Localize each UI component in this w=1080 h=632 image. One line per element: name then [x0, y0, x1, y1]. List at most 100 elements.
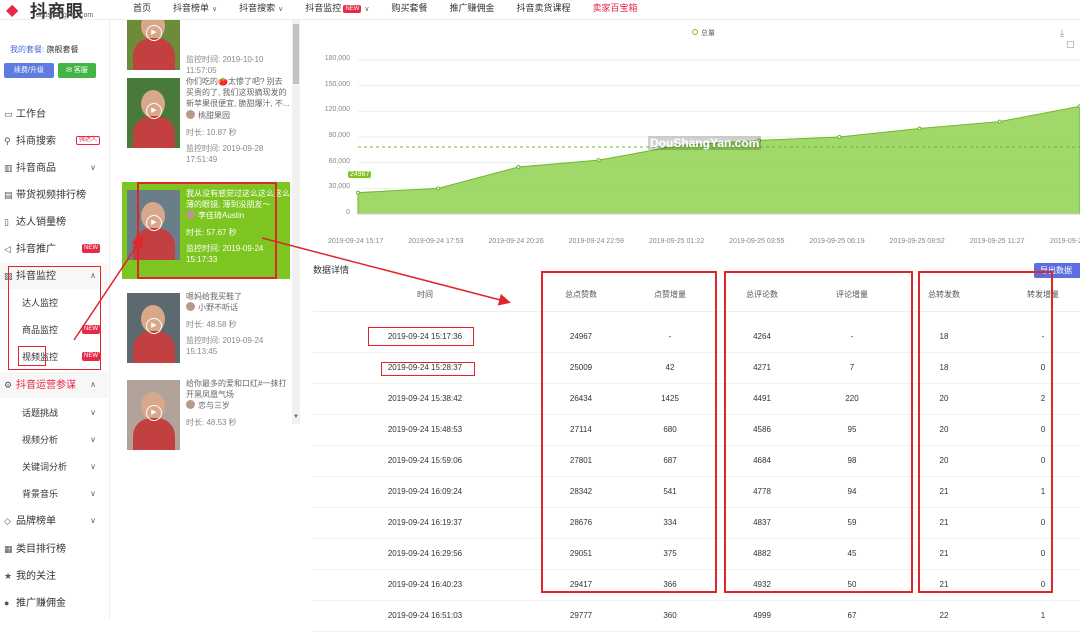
video-thumbnail[interactable]: ▶	[127, 380, 180, 450]
sidebar-item-15[interactable]: ◇品牌榜单∨	[0, 508, 108, 534]
sidebar-item-17[interactable]: ★我的关注	[0, 563, 108, 589]
chart-marker-label: 24967	[348, 171, 371, 178]
sidebar-item-label: 抖商搜索	[16, 136, 56, 147]
video-thumbnail[interactable]: ▶	[127, 293, 180, 363]
data-point-7	[918, 127, 921, 130]
video-author-row: 小野不听话	[186, 302, 238, 313]
table-cell: 2019-09-24 16:40:23	[375, 580, 475, 589]
nav-item-label: 抖音搜索	[239, 3, 275, 13]
new-badge: NEW	[343, 5, 361, 13]
annotation-box-likes	[541, 271, 717, 593]
table-cell: 2019-09-24 15:38:42	[375, 394, 475, 403]
video-monitor-time: 监控时间: 2019-09-28 17:51:49	[186, 143, 286, 165]
sidebar-item-10[interactable]: ⚙抖音运营参谋∧	[0, 372, 108, 398]
chevron-up-icon: ∧	[90, 372, 96, 398]
annotation-box-time-2	[381, 362, 475, 376]
sidebar-item-0[interactable]: ▭工作台	[0, 101, 108, 127]
x-tick-label: 2019-09-24 22:59	[569, 238, 624, 245]
nav-item-3[interactable]: 抖音监控NEW∨	[294, 0, 380, 20]
nav-menu: 首页抖音榜单∨抖音搜索∨抖音监控NEW∨购买套餐推广赚佣金抖音卖货课程卖家百宝箱	[122, 0, 649, 20]
package-info: 我的套餐: 旗舰套餐	[10, 44, 78, 55]
grid-icon: ▦	[4, 536, 14, 562]
service-button[interactable]: ✉ 客服	[58, 63, 96, 78]
video-author-row: 桃甜果园	[186, 110, 230, 121]
video-card-4[interactable]: ▶给你最多的爱和口红#一抹打开黑凤凰气场恋与三岁时长: 48.53 秒	[122, 372, 290, 472]
video-duration: 时长: 48.53 秒	[186, 417, 237, 428]
sidebar-item-label: 推广赚佣金	[16, 598, 66, 609]
renew-label: 续费/升级	[14, 67, 44, 74]
sidebar-item-14[interactable]: 背景音乐∨	[0, 481, 108, 507]
logo-mark-icon: ◆	[6, 0, 28, 20]
watermark-text: DouShangYan.com	[648, 136, 761, 150]
nav-item-2[interactable]: 抖音搜索∨	[228, 0, 294, 20]
sidebar-item-1[interactable]: ⚲抖商搜索强达人	[0, 128, 108, 154]
section-title: 数据详情	[313, 263, 349, 276]
sidebar-item-11[interactable]: 话题挑战∨	[0, 400, 108, 426]
sidebar-item-label: 达人销量榜	[16, 217, 66, 228]
sidebar-item-label: 品牌榜单	[16, 516, 56, 527]
sidebar-item-4[interactable]: ▯达人销量榜	[0, 209, 108, 235]
sidebar-item-label: 关键词分析	[22, 462, 67, 472]
play-icon[interactable]: ▶	[146, 405, 162, 421]
video-author: 小野不听话	[198, 303, 238, 312]
renew-button[interactable]: 续费/升级	[4, 63, 54, 78]
package-label: 我的套餐:	[10, 45, 44, 54]
play-icon[interactable]: ▶	[146, 103, 162, 119]
video-list-scroll-thumb[interactable]	[293, 24, 299, 84]
video-card-1[interactable]: ▶你们吃的🍅太惨了吧? 别去买贵的了, 我们这现摘现发的新苹果很便宜, 脆甜爆汁…	[122, 70, 290, 170]
x-tick-label: 2019-09-24 17:53	[408, 238, 463, 245]
nav-item-0[interactable]: 首页	[122, 0, 162, 20]
chevron-down-icon: ∨	[278, 6, 283, 13]
table-row: 2019-09-24 16:51:0329777360499967221	[313, 601, 1080, 632]
sidebar-item-label: 类目排行榜	[16, 544, 66, 555]
package-value: 旗舰套餐	[46, 45, 78, 54]
video-thumbnail[interactable]: ▶	[127, 20, 180, 70]
sidebar-item-12[interactable]: 视频分析∨	[0, 427, 108, 453]
chevron-down-icon: ∨	[90, 155, 96, 181]
video-author: 桃甜果园	[198, 111, 230, 120]
logo[interactable]: ◆ 抖商眼 doushangyan.com	[4, 0, 114, 20]
play-icon[interactable]: ▶	[146, 318, 162, 334]
table-cell: 2019-09-24 16:29:56	[375, 549, 475, 558]
video-card-3[interactable]: ▶嗯妈给我买鞋了小野不听话时长: 48.58 秒监控时间: 2019-09-24…	[122, 285, 290, 385]
search-icon: ⚲	[4, 128, 14, 154]
sidebar-tag-badge: NEW	[82, 244, 100, 253]
y-tick-label: 60,000	[329, 158, 350, 165]
sidebar-item-13[interactable]: 关键词分析∨	[0, 454, 108, 480]
nav-item-label: 推广赚佣金	[449, 3, 494, 13]
nav-item-label: 抖音榜单	[173, 3, 209, 13]
coin-icon: ●	[4, 590, 14, 616]
x-tick-label: 2019-09-25 14:0	[1050, 238, 1080, 245]
sidebar-item-5[interactable]: ◁抖音推广NEW	[0, 236, 108, 262]
nav-item-1[interactable]: 抖音榜单∨	[162, 0, 228, 20]
sidebar-item-18[interactable]: ●推广赚佣金	[0, 590, 108, 616]
nav-item-7[interactable]: 卖家百宝箱	[581, 0, 648, 20]
nav-item-label: 卖家百宝箱	[592, 3, 637, 13]
chevron-down-icon: ∨	[90, 427, 96, 453]
nav-item-5[interactable]: 推广赚佣金	[438, 0, 505, 20]
top-navigation: ◆ 抖商眼 doushangyan.com 首页抖音榜单∨抖音搜索∨抖音监控NE…	[0, 0, 1080, 20]
data-point-8	[998, 120, 1001, 123]
annotation-box-comments	[724, 271, 913, 593]
chat-icon: ✉	[66, 67, 72, 74]
y-tick-label: 30,000	[329, 183, 350, 190]
sidebar-item-3[interactable]: ▤带货视频排行榜	[0, 182, 108, 208]
chevron-down-icon: ∨	[212, 6, 217, 13]
scroll-down-icon[interactable]: ▼	[293, 414, 299, 420]
sidebar-item-16[interactable]: ▦类目排行榜	[0, 536, 108, 562]
nav-item-label: 首页	[133, 3, 151, 13]
data-point-3	[597, 159, 600, 162]
video-thumbnail[interactable]: ▶	[127, 78, 180, 148]
author-avatar	[186, 110, 195, 119]
author-avatar	[186, 400, 195, 409]
nav-item-label: 抖音监控	[305, 3, 341, 13]
thumbnail-body	[133, 331, 175, 363]
x-tick-label: 2019-09-25 06:19	[809, 238, 864, 245]
video-title: 给你最多的爱和口红#一抹打开黑凤凰气场	[186, 378, 290, 400]
sidebar-item-2[interactable]: ▥抖音商品∨	[0, 155, 108, 181]
play-icon[interactable]: ▶	[146, 25, 162, 41]
y-tick-label: 90,000	[329, 132, 350, 139]
nav-item-6[interactable]: 抖音卖货课程	[505, 0, 581, 20]
nav-item-4[interactable]: 购买套餐	[380, 0, 438, 20]
doc-icon: ▯	[4, 209, 14, 235]
